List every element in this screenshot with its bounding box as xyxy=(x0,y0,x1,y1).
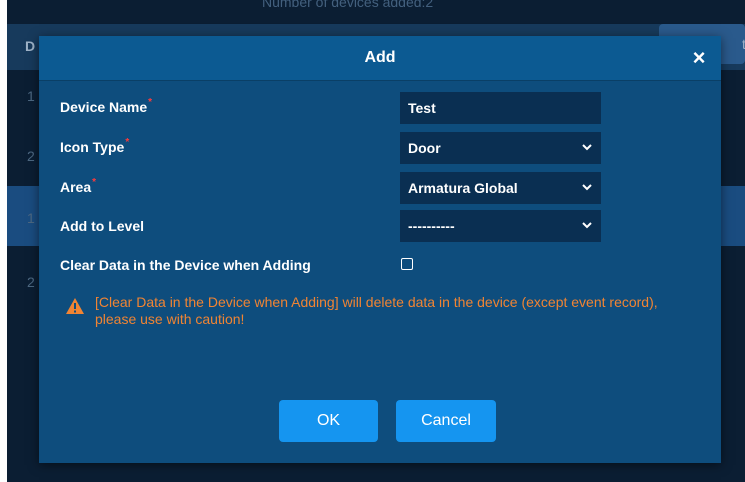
row-marker: 2 xyxy=(27,274,35,290)
ok-button[interactable]: OK xyxy=(279,400,378,442)
icon-type-select[interactable]: Door xyxy=(400,132,601,164)
add-to-level-label-text: Add to Level xyxy=(60,218,145,234)
area-label-text: Area xyxy=(60,179,92,195)
device-name-label-text: Device Name xyxy=(60,99,148,115)
dialog-title: Add xyxy=(364,49,396,66)
clear-data-label: Clear Data in the Device when Adding xyxy=(60,257,311,273)
area-label: Area* xyxy=(60,177,97,195)
area-select[interactable]: Armatura Global xyxy=(400,172,601,204)
chevron-down-icon xyxy=(582,222,592,229)
cancel-button[interactable]: Cancel xyxy=(396,400,496,442)
device-name-value: Test xyxy=(408,100,436,116)
warning-text: [Clear Data in the Device when Adding] w… xyxy=(95,294,658,327)
required-marker: * xyxy=(125,137,130,148)
add-to-level-value: ---------- xyxy=(408,218,455,234)
dialog-header: Add × xyxy=(39,36,721,81)
clear-data-checkbox[interactable] xyxy=(401,258,413,270)
table-header-col: D xyxy=(25,38,36,54)
add-device-dialog: Add × Device Name* Test Icon Type* Door … xyxy=(39,36,721,463)
chevron-down-icon xyxy=(582,184,592,191)
row-marker: 2 xyxy=(27,148,35,164)
row-marker: 1 xyxy=(27,88,35,104)
add-to-level-select[interactable]: ---------- xyxy=(400,210,601,242)
chevron-down-icon xyxy=(582,144,592,151)
device-name-input[interactable]: Test xyxy=(400,92,601,124)
row-marker: 1 xyxy=(27,210,35,226)
device-name-label: Device Name* xyxy=(60,97,153,115)
required-marker: * xyxy=(148,97,153,108)
add-to-level-label: Add to Level xyxy=(60,218,144,234)
icon-type-label: Icon Type* xyxy=(60,137,130,155)
device-count-text: Number of devices added:2 xyxy=(262,0,434,10)
icon-type-label-text: Icon Type xyxy=(60,139,125,155)
area-value: Armatura Global xyxy=(408,180,518,196)
icon-type-value: Door xyxy=(408,140,441,156)
close-icon[interactable]: × xyxy=(687,46,711,70)
warning-icon xyxy=(66,298,84,314)
required-marker: * xyxy=(92,177,97,188)
